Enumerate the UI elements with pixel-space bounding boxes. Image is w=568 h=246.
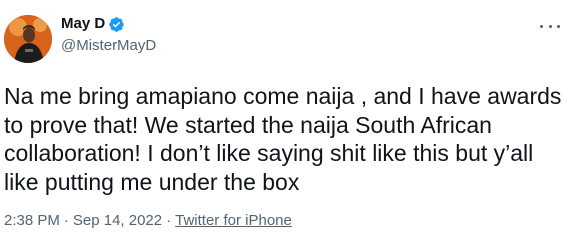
verified-badge-icon	[108, 16, 125, 33]
display-name[interactable]: May D	[61, 14, 105, 34]
tweet-time[interactable]: 2:38 PM	[4, 212, 60, 229]
tweet-meta: 2:38 PM · Sep 14, 2022 · Twitter for iPhone	[4, 211, 292, 231]
tweet-date[interactable]: Sep 14, 2022	[73, 212, 162, 229]
name-row: May D	[61, 14, 156, 34]
meta-separator: ·	[63, 212, 69, 229]
tweet-source-link[interactable]: Twitter for iPhone	[175, 212, 292, 229]
avatar[interactable]	[4, 15, 52, 63]
tweet-text: Na me bring amapiano come naija , and I …	[4, 83, 562, 195]
meta-separator: ·	[166, 212, 172, 229]
author-info: May D @MisterMayD	[61, 14, 156, 56]
more-dot	[540, 24, 543, 28]
more-options-icon[interactable]	[540, 22, 560, 30]
more-dot	[557, 24, 560, 28]
user-handle[interactable]: @MisterMayD	[61, 36, 156, 56]
more-dot	[548, 24, 552, 28]
tweet-card: May D @MisterMayD Na me bring amapiano c…	[0, 0, 568, 246]
avatar-image	[4, 15, 52, 63]
